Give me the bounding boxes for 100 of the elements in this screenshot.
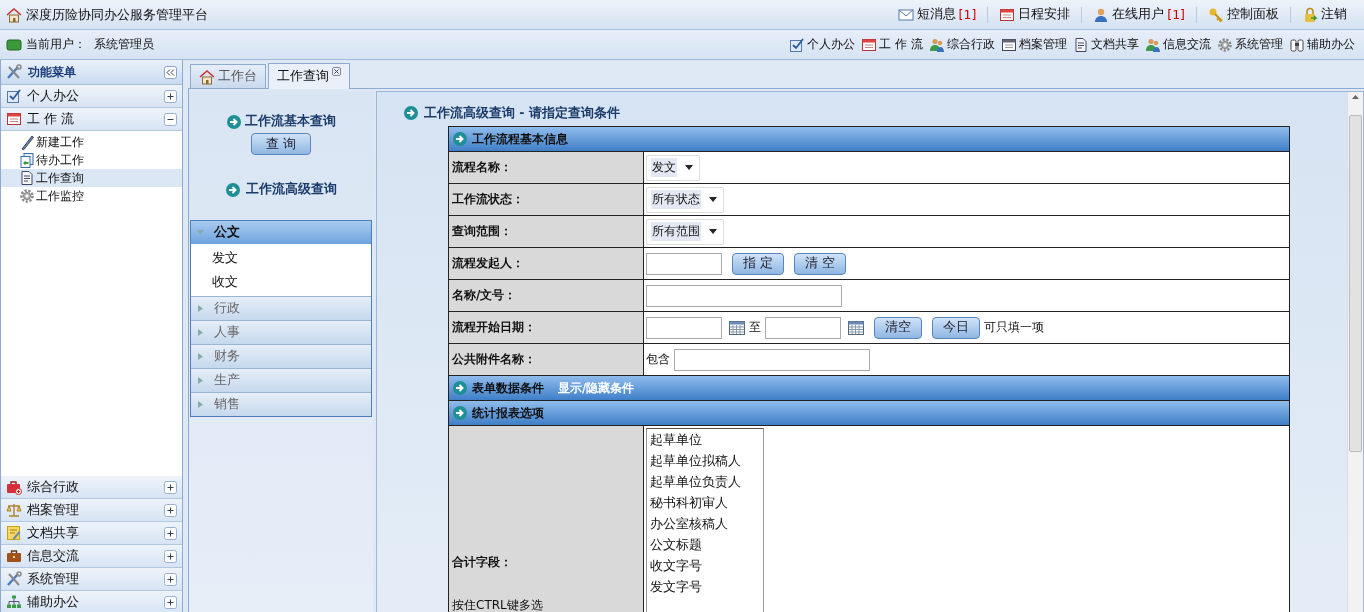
list-box[interactable]: 起草单位 起草单位拟稿人 起草单位负责人 秘书科初审人 办公室核稿人 公文标题 收文字号 发文字号 xyxy=(646,428,764,612)
list-option[interactable]: 办公室核稿人 xyxy=(647,513,763,534)
menu-group[interactable]: 档案管理 xyxy=(1,499,182,522)
field-label: 流程名称： xyxy=(452,159,512,176)
module-link[interactable]: 工 作 流 xyxy=(858,36,926,53)
header-link[interactable]: 短消息 [1] xyxy=(886,6,988,23)
dropdown[interactable]: 所有范围 xyxy=(646,218,724,245)
people-icon xyxy=(1145,36,1161,53)
form-title: 工作流高级查询 - 请指定查询条件 xyxy=(424,104,620,122)
input-field[interactable] xyxy=(765,316,841,339)
list-option[interactable]: 起草单位 xyxy=(647,429,763,450)
section-title: 工作流高级查询 xyxy=(246,181,337,198)
dropdown[interactable]: 所有状态 xyxy=(646,186,724,213)
expand-icon[interactable] xyxy=(164,549,177,563)
module-link[interactable]: 档案管理 xyxy=(998,36,1070,53)
menu-item[interactable]: 工作查询 xyxy=(1,169,182,187)
home-icon xyxy=(6,6,22,23)
tab[interactable]: 工作查询 xyxy=(268,63,350,89)
briefcase-icon xyxy=(6,548,22,564)
query-button[interactable]: 查 询 xyxy=(251,133,311,155)
menu-group[interactable]: 辅助办公 xyxy=(1,591,182,612)
module-link[interactable]: 综合行政 xyxy=(926,36,998,53)
input-field[interactable] xyxy=(646,284,842,307)
tab[interactable]: 工作台 xyxy=(190,64,266,88)
list-option[interactable]: 起草单位拟稿人 xyxy=(647,450,763,471)
expand-icon[interactable] xyxy=(164,480,177,494)
menu-group[interactable]: 信息交流 xyxy=(1,545,182,568)
header-link[interactable]: 在线用户 [1] xyxy=(1081,6,1196,23)
close-icon[interactable] xyxy=(332,67,341,76)
menu-item[interactable]: 新建工作 xyxy=(1,133,182,151)
tree-icon xyxy=(6,594,22,610)
expand-icon[interactable] xyxy=(164,526,177,540)
expand-icon[interactable] xyxy=(164,89,177,103)
checkbox-icon xyxy=(6,88,22,104)
expand-icon[interactable] xyxy=(164,572,177,586)
field-label: 工作流状态： xyxy=(452,191,524,208)
field-label: 流程开始日期： xyxy=(452,319,536,336)
expand-icon[interactable] xyxy=(164,595,177,609)
category-item[interactable]: 发文 xyxy=(191,246,371,270)
list-option[interactable]: 起草单位负责人 xyxy=(647,471,763,492)
category-header[interactable]: 人事 xyxy=(191,320,371,344)
form-button[interactable]: 清空 xyxy=(874,316,922,339)
module-link[interactable]: 信息交流 xyxy=(1142,36,1214,53)
collapse-icon[interactable] xyxy=(164,112,177,126)
module-link[interactable]: 文档共享 xyxy=(1070,36,1142,53)
menu-group[interactable]: 工 作 流 xyxy=(1,108,182,131)
input-field[interactable] xyxy=(646,316,722,339)
menu-group[interactable]: 系统管理 xyxy=(1,568,182,591)
section-title: 工作流基本查询 xyxy=(245,113,336,130)
list-option[interactable]: 秘书科初审人 xyxy=(647,492,763,513)
scrollbar[interactable] xyxy=(1347,92,1363,612)
user-icon xyxy=(1093,6,1110,23)
envelope-icon xyxy=(897,6,914,23)
category-header[interactable]: 销售 xyxy=(191,392,371,416)
calendar-icon xyxy=(6,111,22,127)
inline-text: 可只填一项 xyxy=(984,319,1044,336)
arrow-up-icon[interactable] xyxy=(1352,94,1359,99)
menu-item[interactable]: 待办工作 xyxy=(1,151,182,169)
form-button[interactable]: 指 定 xyxy=(732,252,784,275)
caret-icon xyxy=(685,165,693,170)
key-icon xyxy=(1208,6,1224,23)
input-field[interactable] xyxy=(646,252,722,275)
menu-group[interactable]: 文档共享 xyxy=(1,522,182,545)
menu-item[interactable]: 工作监控 xyxy=(1,187,182,205)
input-field[interactable] xyxy=(674,348,870,371)
category-header[interactable]: 财务 xyxy=(191,344,371,368)
arrow-circle-icon xyxy=(452,380,468,396)
caret-icon xyxy=(709,197,717,202)
calendar-icon[interactable] xyxy=(729,320,745,335)
inline-text: 至 xyxy=(749,319,761,336)
section-header: 表单数据条件 显示/隐藏条件 xyxy=(449,376,1289,401)
note-icon xyxy=(6,525,22,541)
module-link[interactable]: 个人办公 xyxy=(786,36,859,53)
form-button[interactable]: 清 空 xyxy=(794,252,846,275)
binoculars-icon xyxy=(1289,36,1305,53)
arrow-circle-icon xyxy=(452,405,468,421)
list-option[interactable]: 收文字号 xyxy=(647,555,763,576)
header-link[interactable]: 控制面板 xyxy=(1196,6,1290,23)
list-option[interactable]: 发文字号 xyxy=(647,576,763,597)
category-item[interactable]: 收文 xyxy=(191,270,371,294)
header-link[interactable]: 日程安排 xyxy=(987,6,1082,23)
field-label: 名称/文号： xyxy=(452,287,517,304)
category-header[interactable]: 行政 xyxy=(191,296,371,320)
header-link[interactable]: 注销 xyxy=(1290,6,1358,23)
category-header[interactable]: 生产 xyxy=(191,368,371,392)
module-link[interactable]: 辅助办公 xyxy=(1286,36,1358,53)
inline-text: 包含 xyxy=(646,351,670,368)
list-option[interactable]: 公文标题 xyxy=(647,534,763,555)
menu-group[interactable]: 综合行政 xyxy=(1,476,182,499)
dropdown[interactable]: 发文 xyxy=(646,154,700,181)
calendar-icon xyxy=(999,6,1016,23)
menu-group[interactable]: 个人办公 xyxy=(1,85,182,108)
form-button[interactable]: 今日 xyxy=(932,316,980,339)
category-header[interactable]: 公文 xyxy=(191,221,371,244)
expand-icon[interactable] xyxy=(164,503,177,517)
module-link[interactable]: 系统管理 xyxy=(1214,36,1286,53)
pen-icon xyxy=(19,134,35,150)
calendar-icon xyxy=(861,36,878,53)
calendar-icon[interactable] xyxy=(848,320,864,335)
field-label: 公共附件名称： xyxy=(452,351,536,368)
